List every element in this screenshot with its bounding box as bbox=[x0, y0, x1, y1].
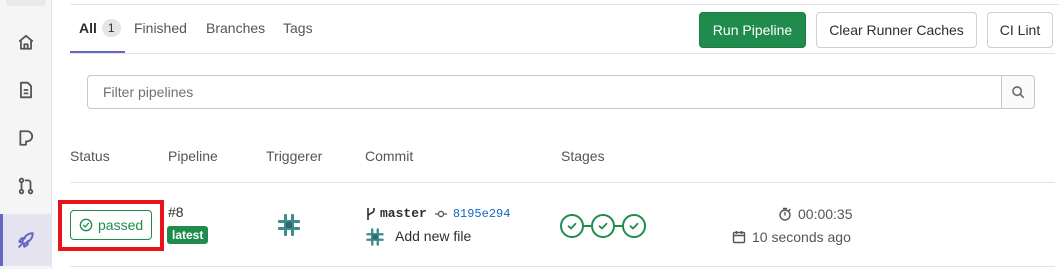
branch-icon bbox=[367, 207, 375, 220]
tab-all-count-badge: 1 bbox=[101, 19, 121, 37]
latest-badge: latest bbox=[167, 226, 209, 244]
merge-request-icon bbox=[18, 177, 34, 195]
pipeline-stages bbox=[560, 214, 646, 238]
table-row-divider bbox=[70, 266, 1055, 267]
check-icon bbox=[629, 222, 639, 230]
tab-branches-label: Branches bbox=[206, 20, 266, 36]
file-icon bbox=[20, 81, 32, 99]
column-header-status: Status bbox=[70, 148, 110, 164]
sidebar-item-issues[interactable] bbox=[0, 118, 52, 158]
duration-value: 00:00:35 bbox=[798, 206, 853, 222]
filter-search-button[interactable] bbox=[1001, 75, 1035, 109]
tab-all-label: All bbox=[79, 20, 97, 36]
column-header-triggerer: Triggerer bbox=[266, 148, 323, 164]
table-header-divider bbox=[70, 182, 1055, 183]
commit-title-link[interactable]: Add new file bbox=[395, 228, 471, 244]
search-icon bbox=[1012, 86, 1025, 99]
tab-tags[interactable]: Tags bbox=[283, 20, 313, 54]
status-badge[interactable]: passed bbox=[70, 210, 152, 240]
check-circle-icon bbox=[79, 218, 93, 232]
timer-icon bbox=[779, 207, 791, 221]
triggerer-avatar[interactable] bbox=[275, 211, 303, 239]
pipeline-duration: 00:00:35 bbox=[778, 206, 853, 222]
sidebar bbox=[0, 0, 52, 269]
rocket-icon bbox=[18, 232, 34, 248]
clear-runner-caches-button[interactable]: Clear Runner Caches bbox=[816, 12, 977, 48]
stage-passed-2[interactable] bbox=[591, 214, 615, 238]
ci-lint-button[interactable]: CI Lint bbox=[987, 12, 1053, 48]
tab-branches[interactable]: Branches bbox=[206, 20, 265, 54]
sidebar-item-merge-requests[interactable] bbox=[0, 166, 52, 206]
finished-time-value: 10 seconds ago bbox=[752, 229, 851, 245]
column-header-commit: Commit bbox=[365, 148, 414, 164]
run-pipeline-button[interactable]: Run Pipeline bbox=[699, 12, 806, 48]
pipeline-id-link[interactable]: #8 bbox=[168, 204, 184, 220]
tabs-divider bbox=[70, 53, 1055, 54]
tab-tags-label: Tags bbox=[283, 20, 313, 36]
check-icon bbox=[567, 222, 577, 230]
commit-icon bbox=[434, 210, 447, 217]
column-header-stages: Stages bbox=[561, 148, 605, 164]
sidebar-item-ci-cd[interactable] bbox=[0, 214, 52, 266]
commit-branch: master 8195e294 bbox=[365, 206, 510, 221]
issues-icon bbox=[19, 130, 34, 146]
filter-placeholder: Filter pipelines bbox=[103, 84, 194, 100]
top-divider bbox=[70, 0, 1059, 5]
stage-passed-3[interactable] bbox=[622, 214, 646, 238]
tab-finished-label: Finished bbox=[134, 20, 187, 36]
pipeline-finished-time: 10 seconds ago bbox=[732, 229, 851, 245]
stage-connector bbox=[615, 225, 622, 227]
tab-all[interactable]: All 1 bbox=[79, 19, 121, 54]
column-header-pipeline: Pipeline bbox=[168, 148, 218, 164]
sidebar-item-project-overview[interactable] bbox=[0, 22, 52, 62]
check-icon bbox=[598, 222, 608, 230]
home-icon bbox=[18, 34, 34, 50]
stage-connector bbox=[584, 225, 591, 227]
calendar-icon bbox=[732, 231, 746, 244]
commit-sha-link[interactable]: 8195e294 bbox=[453, 207, 511, 221]
branch-name-link[interactable]: master bbox=[380, 206, 427, 221]
stage-passed-1[interactable] bbox=[560, 214, 584, 238]
tab-finished[interactable]: Finished bbox=[134, 20, 187, 54]
status-label: passed bbox=[98, 217, 144, 233]
commit-author-avatar[interactable] bbox=[364, 226, 386, 248]
sidebar-top-item[interactable] bbox=[6, 0, 46, 6]
filter-pipelines-input[interactable]: Filter pipelines bbox=[87, 75, 1002, 109]
sidebar-item-repository[interactable] bbox=[0, 70, 52, 110]
